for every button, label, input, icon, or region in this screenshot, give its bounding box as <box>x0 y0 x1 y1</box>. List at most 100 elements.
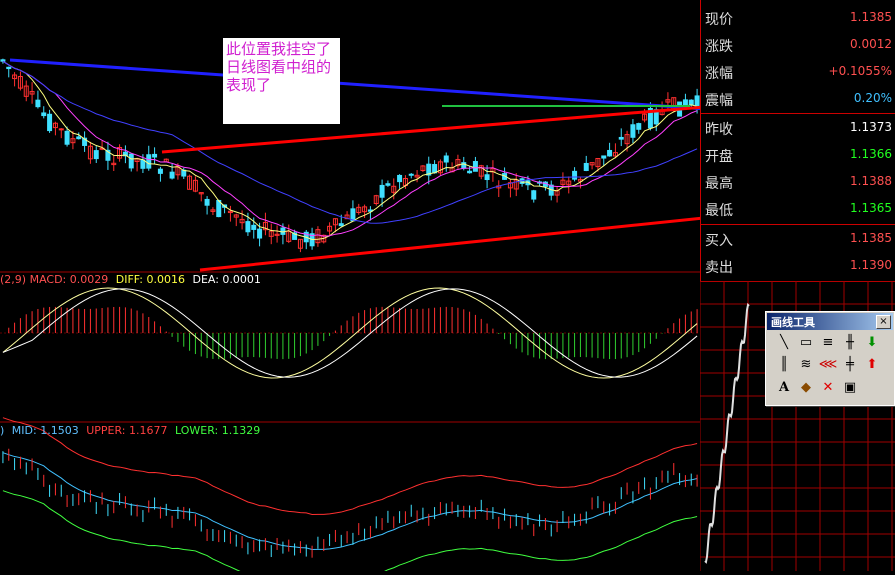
candle-body <box>146 154 152 169</box>
gann-tool-icon[interactable]: ╫ <box>840 333 860 353</box>
channel-tool-icon[interactable]: ≋ <box>796 355 816 375</box>
quote-label: 震幅 <box>705 93 733 109</box>
quote-label: 最低 <box>705 203 733 219</box>
text-tool-icon[interactable]: A <box>774 378 794 398</box>
quote-label: 涨跌 <box>705 39 733 55</box>
candle-body <box>338 223 344 227</box>
quote-value: 1.1390 <box>850 258 892 272</box>
candle-body <box>204 198 210 206</box>
candle-body <box>385 183 391 186</box>
candle-body <box>688 99 694 106</box>
quote-row-bid: 买入 1.1385 <box>701 225 895 252</box>
candle-body <box>583 162 589 171</box>
close-icon[interactable]: × <box>876 315 891 329</box>
candle-body <box>472 161 478 172</box>
boll-label: ) MID: 1.1503 UPPER: 1.1677 LOWER: 1.132… <box>0 424 264 437</box>
quote-value: 1.1365 <box>850 201 892 215</box>
upper-value: UPPER: 1.1677 <box>86 424 168 437</box>
quote-panel: 现价 1.1385 涨跌 0.0012 涨幅 +0.1055% 震幅 0.20%… <box>700 0 895 282</box>
quote-label: 开盘 <box>705 149 733 165</box>
quote-label: 现价 <box>705 12 733 28</box>
quote-value: +0.1055% <box>828 64 892 78</box>
candle-body <box>484 174 490 181</box>
candle-body <box>93 150 99 160</box>
candle-body <box>257 228 263 239</box>
dea-value: DEA: 0.0001 <box>192 273 261 286</box>
drawing-toolbox[interactable]: 画线工具 × ╲ ▭ ≡ ╫ ║ ≋ ⋘ ╪ A ◆ ✕ ⬆ ⬇ ▣ <box>765 311 895 406</box>
candle-body <box>694 95 700 108</box>
tick-price-line <box>704 302 750 564</box>
candle-body <box>245 221 251 233</box>
candle-body <box>35 99 41 108</box>
quote-value: 1.1366 <box>850 147 892 161</box>
cycle-lines-icon[interactable]: ╪ <box>840 355 860 375</box>
toolbox-titlebar[interactable]: 画线工具 × <box>767 313 893 330</box>
boll-prefix: ) <box>0 424 5 437</box>
quote-row-change: 涨跌 0.0012 <box>701 31 895 58</box>
quote-value: 1.1385 <box>850 10 892 24</box>
candle-body <box>443 155 449 163</box>
quote-label: 最高 <box>705 176 733 192</box>
candle-body <box>128 153 134 169</box>
quote-label: 昨收 <box>705 122 733 138</box>
candle-body <box>216 199 222 218</box>
eraser-tool-icon[interactable]: ◆ <box>796 378 816 398</box>
quote-value: 0.20% <box>853 91 892 105</box>
delete-tool-icon[interactable]: ✕ <box>818 378 838 398</box>
quote-row-current: 现价 1.1385 <box>701 4 895 31</box>
quote-value: 1.1373 <box>850 120 892 134</box>
ma10-line <box>2 60 698 237</box>
macd-label: (2,9) MACD: 0.0029 DIFF: 0.0016 DEA: 0.0… <box>0 273 265 286</box>
quote-row-high: 最高 1.1388 <box>701 168 895 195</box>
candle-body <box>636 123 642 130</box>
candle-body <box>379 184 385 198</box>
candle-body <box>64 130 70 145</box>
save-drawing-icon[interactable]: ▣ <box>840 378 860 398</box>
trendline-lower <box>199 216 700 272</box>
quote-value: 1.1388 <box>850 174 892 188</box>
candle-body <box>601 155 607 159</box>
fan-tool-icon[interactable]: ⋘ <box>818 355 838 375</box>
quote-row-open: 开盘 1.1366 <box>701 141 895 168</box>
candle-body <box>58 128 64 131</box>
quote-value: 1.1385 <box>850 231 892 245</box>
up-arrow-icon[interactable]: ⬆ <box>862 355 882 375</box>
annotation-note[interactable]: 此位置我挂空了 日线图看中组的表现了 <box>223 38 340 124</box>
candle-body <box>157 168 163 174</box>
diff-value: DIFF: 0.0016 <box>115 273 185 286</box>
line-tool-icon[interactable]: ╲ <box>774 333 794 353</box>
candle-body <box>630 124 636 138</box>
rectangle-tool-icon[interactable]: ▭ <box>796 333 816 353</box>
toolbox-title: 画线工具 <box>771 316 815 329</box>
candle-body <box>607 149 613 157</box>
candle-body <box>152 153 158 158</box>
candle-body <box>169 171 175 179</box>
lower-value: LOWER: 1.1329 <box>174 424 261 437</box>
quote-value: 0.0012 <box>850 37 892 51</box>
candle-body <box>397 174 403 183</box>
mid-value: MID: 1.1503 <box>11 424 79 437</box>
candle-body <box>6 66 12 70</box>
candle-body <box>47 113 53 132</box>
macd-value: (2,9) MACD: 0.0029 <box>0 273 109 286</box>
price-chart-area[interactable]: (2,9) MACD: 0.0029 DIFF: 0.0016 DEA: 0.0… <box>0 0 700 571</box>
trendline-upper <box>9 58 700 111</box>
parallel-lines-icon[interactable]: ≡ <box>818 333 838 353</box>
quote-row-prev-close: 昨收 1.1373 <box>701 114 895 141</box>
ma30-line <box>2 60 698 224</box>
candle-body <box>618 136 624 140</box>
quote-label: 买入 <box>705 233 733 249</box>
quote-row-ask: 卖出 1.1390 <box>701 252 895 279</box>
fibonacci-time-icon[interactable]: ║ <box>774 355 794 375</box>
down-arrow-icon[interactable]: ⬇ <box>862 333 882 353</box>
quote-row-low: 最低 1.1365 <box>701 195 895 222</box>
boll-mid <box>2 452 698 550</box>
quote-row-change-pct: 涨幅 +0.1055% <box>701 58 895 85</box>
quote-label: 卖出 <box>705 260 733 276</box>
quote-row-amplitude: 震幅 0.20% <box>701 85 895 112</box>
candle-body <box>531 190 537 200</box>
candle-body <box>76 136 82 140</box>
candle-body <box>140 159 146 169</box>
candle-body <box>432 164 438 174</box>
quote-label: 涨幅 <box>705 66 733 82</box>
